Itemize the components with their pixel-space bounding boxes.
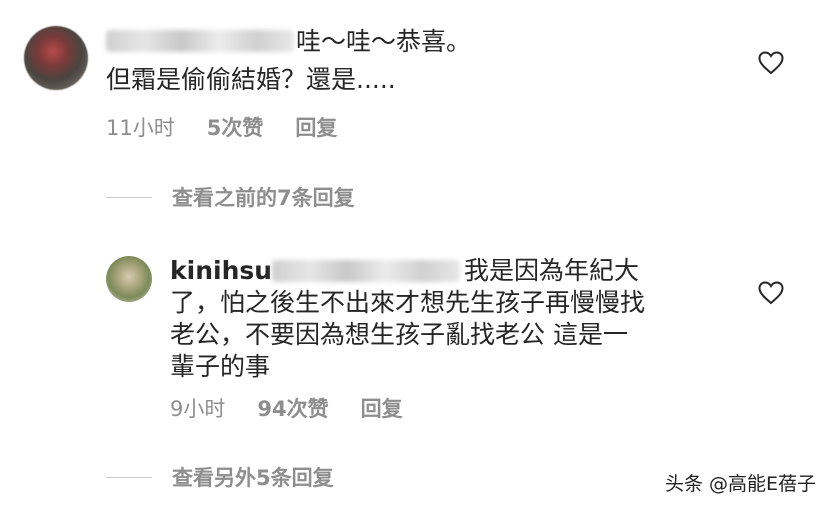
blurred-mention <box>272 260 460 282</box>
comment-text-line: kinihsu <box>170 255 278 287</box>
comment-text-line: 我是因為年紀大 <box>464 256 640 285</box>
reply-button[interactable]: 回复 <box>361 397 403 421</box>
comment-text-line: 輩子的事 <box>170 352 271 381</box>
heart-icon[interactable] <box>758 281 784 305</box>
comment-text-line: 哇～哇～恭喜。 <box>296 27 472 56</box>
comment-meta: 11小时 5次赞 回复 <box>106 112 369 142</box>
view-more-label: 查看另外5条回复 <box>172 466 334 490</box>
comment-text-line: 了，怕之後生不出來才想先生孩子再慢慢找 <box>170 288 646 317</box>
view-more-replies-button[interactable]: 查看另外5条回复 <box>106 462 334 492</box>
heart-icon[interactable] <box>758 51 784 75</box>
like-count[interactable]: 94次赞 <box>257 397 328 421</box>
divider-line <box>106 196 152 198</box>
comment-time: 11小时 <box>106 116 175 140</box>
comment-meta: 9小时 94次赞 回复 <box>170 393 435 423</box>
reply-button[interactable]: 回复 <box>295 116 337 140</box>
comment-time: 9小时 <box>170 397 226 421</box>
view-more-label: 查看之前的7条回复 <box>172 186 355 210</box>
comment-text-line: 但霜是偷偷結婚？還是..... <box>106 65 396 94</box>
blurred-username <box>106 30 294 52</box>
divider-line <box>106 476 152 478</box>
comment-text-line: 老公，不要因為想生孩子亂找老公 這是一 <box>170 320 628 349</box>
like-count[interactable]: 5次赞 <box>207 116 264 140</box>
avatar[interactable] <box>24 26 88 90</box>
watermark: 头条 @高能E蓓子 <box>664 473 816 495</box>
username[interactable]: kinihsu <box>170 256 272 285</box>
view-previous-replies-button[interactable]: 查看之前的7条回复 <box>106 182 355 212</box>
avatar[interactable] <box>106 256 152 302</box>
